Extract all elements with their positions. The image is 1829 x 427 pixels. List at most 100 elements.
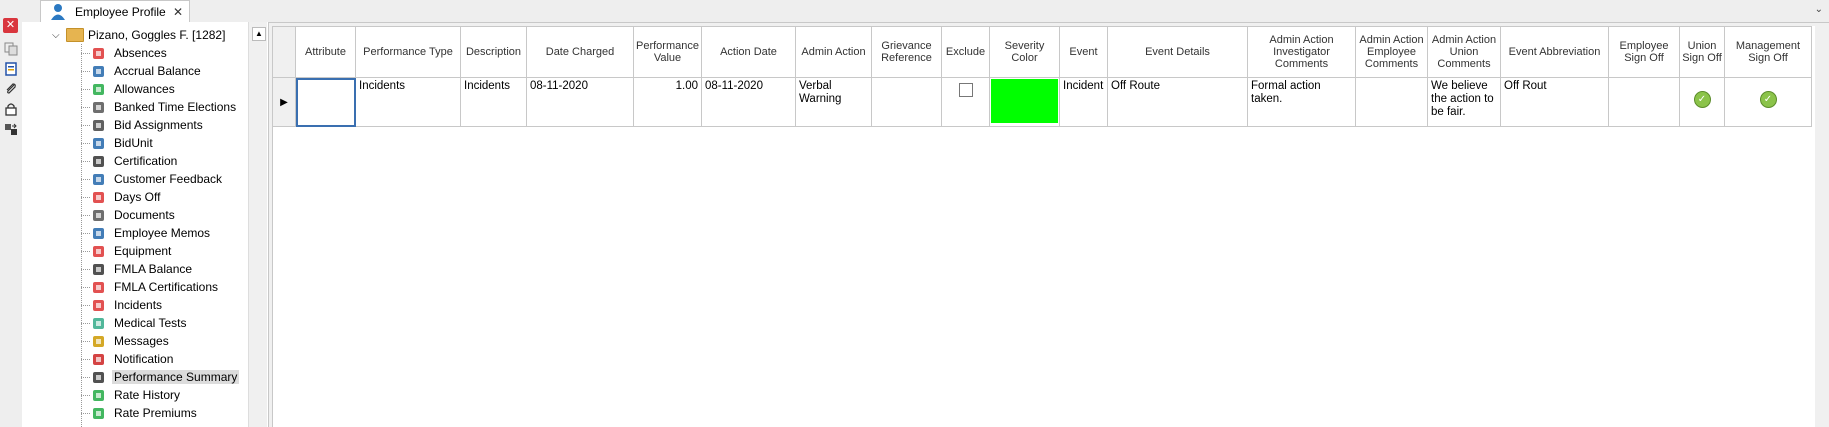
- close-panel-button[interactable]: ✕: [3, 18, 18, 33]
- grievance-reference-cell[interactable]: [871, 77, 942, 127]
- column-header[interactable]: Admin Action: [795, 26, 872, 78]
- column-header[interactable]: Union Sign Off: [1679, 26, 1725, 78]
- close-icon[interactable]: ✕: [173, 5, 183, 19]
- employee-sign-off-cell[interactable]: [1608, 77, 1680, 127]
- column-header[interactable]: Performance Type: [355, 26, 461, 78]
- tree-item[interactable]: Medical Tests: [91, 314, 188, 332]
- tree-item[interactable]: FMLA Balance: [91, 260, 194, 278]
- tree-item[interactable]: FMLA Certifications: [91, 278, 220, 296]
- tree-item-label: Employee Memos: [114, 226, 211, 240]
- tree-guide-line: [81, 233, 90, 234]
- tree-item[interactable]: Customer Feedback: [91, 170, 224, 188]
- table-row[interactable]: ▶ Incidents Incidents 08-11-2020 1.00 08…: [272, 77, 1812, 127]
- attribute-cell[interactable]: [295, 77, 356, 127]
- investigator-comments-cell[interactable]: Formal action taken.: [1247, 77, 1356, 127]
- folder-icon: [66, 28, 84, 42]
- exclude-checkbox[interactable]: [958, 83, 973, 97]
- tree-item[interactable]: Performance Summary: [91, 368, 240, 386]
- tree-item[interactable]: Documents: [91, 206, 177, 224]
- tree-item[interactable]: Notification: [91, 350, 175, 368]
- transfer-icon[interactable]: [4, 122, 18, 136]
- tree-item[interactable]: BidUnit: [91, 134, 155, 152]
- fmla-cert-icon: [91, 280, 106, 295]
- column-header[interactable]: Severity Color: [989, 26, 1060, 78]
- union-sign-off-cell[interactable]: ✓: [1679, 77, 1725, 127]
- tree-item[interactable]: Days Off: [91, 188, 162, 206]
- chevron-down-icon[interactable]: ⌵: [52, 30, 66, 41]
- column-header[interactable]: Management Sign Off: [1724, 26, 1812, 78]
- admin-action-cell[interactable]: Verbal Warning: [795, 77, 872, 127]
- tree-item[interactable]: Accrual Balance: [91, 62, 203, 80]
- scroll-up-arrow-icon[interactable]: ▲: [252, 27, 266, 41]
- tree-item[interactable]: Bid Assignments: [91, 116, 205, 134]
- tree-item[interactable]: Incidents: [91, 296, 164, 314]
- tab-employee-profile[interactable]: Employee Profile ✕: [40, 0, 190, 22]
- tree-guide-line: [81, 161, 90, 162]
- chevron-down-icon[interactable]: ⌄: [1815, 4, 1823, 15]
- performance-value-cell[interactable]: 1.00: [633, 77, 702, 127]
- column-header[interactable]: Exclude: [941, 26, 990, 78]
- tree-item[interactable]: Rate History: [91, 386, 182, 404]
- daysoff-icon: [91, 190, 106, 205]
- report-icon[interactable]: [4, 62, 18, 76]
- paperclip-icon: [91, 208, 106, 223]
- tree-item[interactable]: Banked Time Elections: [91, 98, 238, 116]
- tree-item[interactable]: Employee Memos: [91, 224, 212, 242]
- tree-guide-line: [81, 269, 90, 270]
- tree-guide-line: [81, 89, 90, 90]
- tree-item-label: Customer Feedback: [114, 172, 223, 186]
- employee-comments-cell[interactable]: [1355, 77, 1428, 127]
- column-header[interactable]: Admin Action Investigator Comments: [1247, 26, 1356, 78]
- column-header[interactable]: Employee Sign Off: [1608, 26, 1680, 78]
- column-header[interactable]: Description: [460, 26, 527, 78]
- checkmark-icon: ✓: [1759, 91, 1777, 108]
- tree-root-employee[interactable]: ⌵ Pizano, Goggles F. [1282]: [52, 26, 225, 44]
- event-abbreviation-cell[interactable]: Off Rout: [1500, 77, 1609, 127]
- warning-icon: [91, 298, 106, 313]
- description-cell[interactable]: Incidents: [460, 77, 527, 127]
- tree-item[interactable]: Messages: [91, 332, 171, 350]
- column-header[interactable]: Date Charged: [526, 26, 634, 78]
- column-header[interactable]: Admin Action Union Comments: [1427, 26, 1501, 78]
- severity-color-cell[interactable]: [989, 77, 1060, 127]
- alert-icon: [91, 352, 106, 367]
- tree-guide-line: [81, 107, 90, 108]
- column-header[interactable]: Event Details: [1107, 26, 1248, 78]
- fmla-balance-icon: [91, 262, 106, 277]
- tree-item[interactable]: Allowances: [91, 80, 177, 98]
- tree-scrollbar[interactable]: ▲: [248, 22, 267, 427]
- column-header[interactable]: Grievance Reference: [871, 26, 942, 78]
- union-comments-cell[interactable]: We believe the action to be fair.: [1427, 77, 1501, 127]
- event-details-cell[interactable]: Off Route: [1107, 77, 1248, 127]
- column-header[interactable]: Performance Value: [633, 26, 702, 78]
- tree-guide-line: [81, 71, 90, 72]
- tree-item-label: Certification: [114, 154, 178, 168]
- event-cell[interactable]: Incident: [1059, 77, 1108, 127]
- tree-guide-line: [81, 341, 90, 342]
- tree-guide-line: [81, 359, 90, 360]
- tree-item[interactable]: Certification: [91, 152, 179, 170]
- tab-title: Employee Profile: [75, 4, 166, 19]
- tree-item-label: Medical Tests: [114, 316, 187, 330]
- date-charged-cell[interactable]: 08-11-2020: [526, 77, 634, 127]
- tree-guide-line: [81, 197, 90, 198]
- performance-type-cell[interactable]: Incidents: [355, 77, 461, 127]
- action-date-cell[interactable]: 08-11-2020: [701, 77, 796, 127]
- column-header[interactable]: Event Abbreviation: [1500, 26, 1609, 78]
- tree-item-label: Incidents: [114, 298, 163, 312]
- tree-item-label: Performance Summary: [112, 370, 240, 384]
- column-header[interactable]: Attribute: [295, 26, 356, 78]
- paperclip-icon[interactable]: [4, 82, 18, 96]
- row-indicator[interactable]: ▶: [272, 77, 296, 127]
- rate-premium-icon: [91, 406, 106, 421]
- tree-item[interactable]: Rate Premiums: [91, 404, 199, 422]
- column-header[interactable]: Action Date: [701, 26, 796, 78]
- column-header[interactable]: Admin Action Employee Comments: [1355, 26, 1428, 78]
- tree-item[interactable]: Equipment: [91, 242, 173, 260]
- lock-icon[interactable]: [4, 102, 18, 116]
- column-header[interactable]: Event: [1059, 26, 1108, 78]
- copy-icon[interactable]: [4, 42, 18, 56]
- tab-strip: [0, 0, 1829, 23]
- tree-item[interactable]: Absences: [91, 44, 169, 62]
- management-sign-off-cell[interactable]: ✓: [1724, 77, 1812, 127]
